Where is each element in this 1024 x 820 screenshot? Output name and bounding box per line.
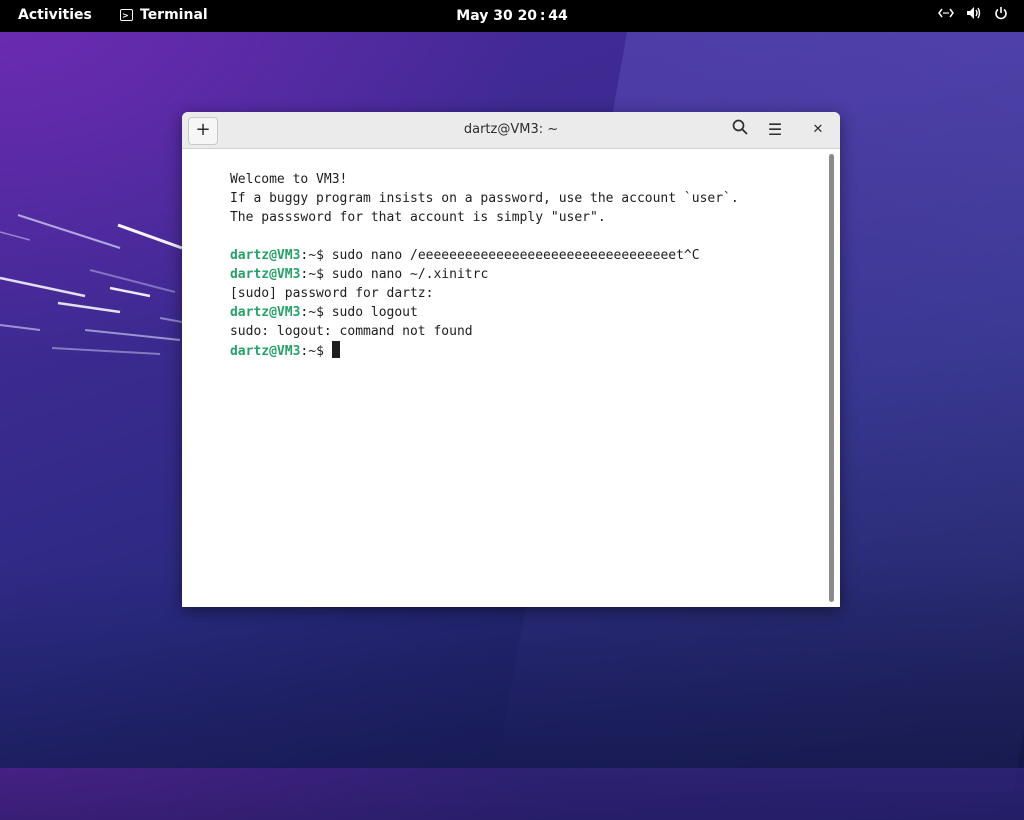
prompt-user: dartz@VM3 [229, 344, 301, 359]
clock[interactable]: May 30 20 : 44 [0, 8, 1024, 24]
search-icon [732, 119, 748, 135]
terminal-line: dartz@VM3:~$ sudo logout [229, 305, 418, 320]
terminal-line-current: dartz@VM3:~$ [183, 322, 340, 359]
volume-icon[interactable] [966, 6, 982, 24]
terminal-line: dartz@VM3:~$ sudo nano /eeeeeeeeeeeeeeee… [229, 248, 700, 263]
close-icon: ✕ [812, 122, 824, 137]
terminal-line: If a buggy program insists on a password… [229, 191, 739, 206]
wallpaper-streaks [0, 214, 183, 355]
terminal-line: Welcome to VM3! [229, 172, 348, 187]
terminal-output[interactable]: Welcome to VM3! If a buggy program insis… [182, 149, 840, 607]
terminal-window: + dartz@VM3: ~ ☰ ✕ Welcome to VM3! If a … [182, 112, 840, 607]
power-icon[interactable] [994, 6, 1008, 24]
menu-button[interactable]: ☰ [763, 118, 787, 142]
text-cursor [331, 341, 340, 358]
scrollbar[interactable] [829, 154, 834, 602]
window-headerbar[interactable]: + dartz@VM3: ~ ☰ ✕ [182, 112, 840, 149]
network-icon[interactable] [938, 7, 954, 23]
terminal-line: [sudo] password for dartz: [229, 286, 434, 301]
top-bar: Activities > Terminal May 30 20 : 44 [0, 0, 1024, 32]
terminal-line: The passsword for that account is simply… [229, 210, 606, 225]
system-tray[interactable] [938, 6, 1008, 24]
close-button[interactable]: ✕ [806, 118, 830, 142]
hamburger-icon: ☰ [767, 120, 783, 139]
search-button[interactable] [728, 118, 752, 142]
terminal-line: dartz@VM3:~$ sudo nano ~/.xinitrc [229, 267, 489, 282]
terminal-line: sudo: logout: command not found [229, 324, 473, 339]
